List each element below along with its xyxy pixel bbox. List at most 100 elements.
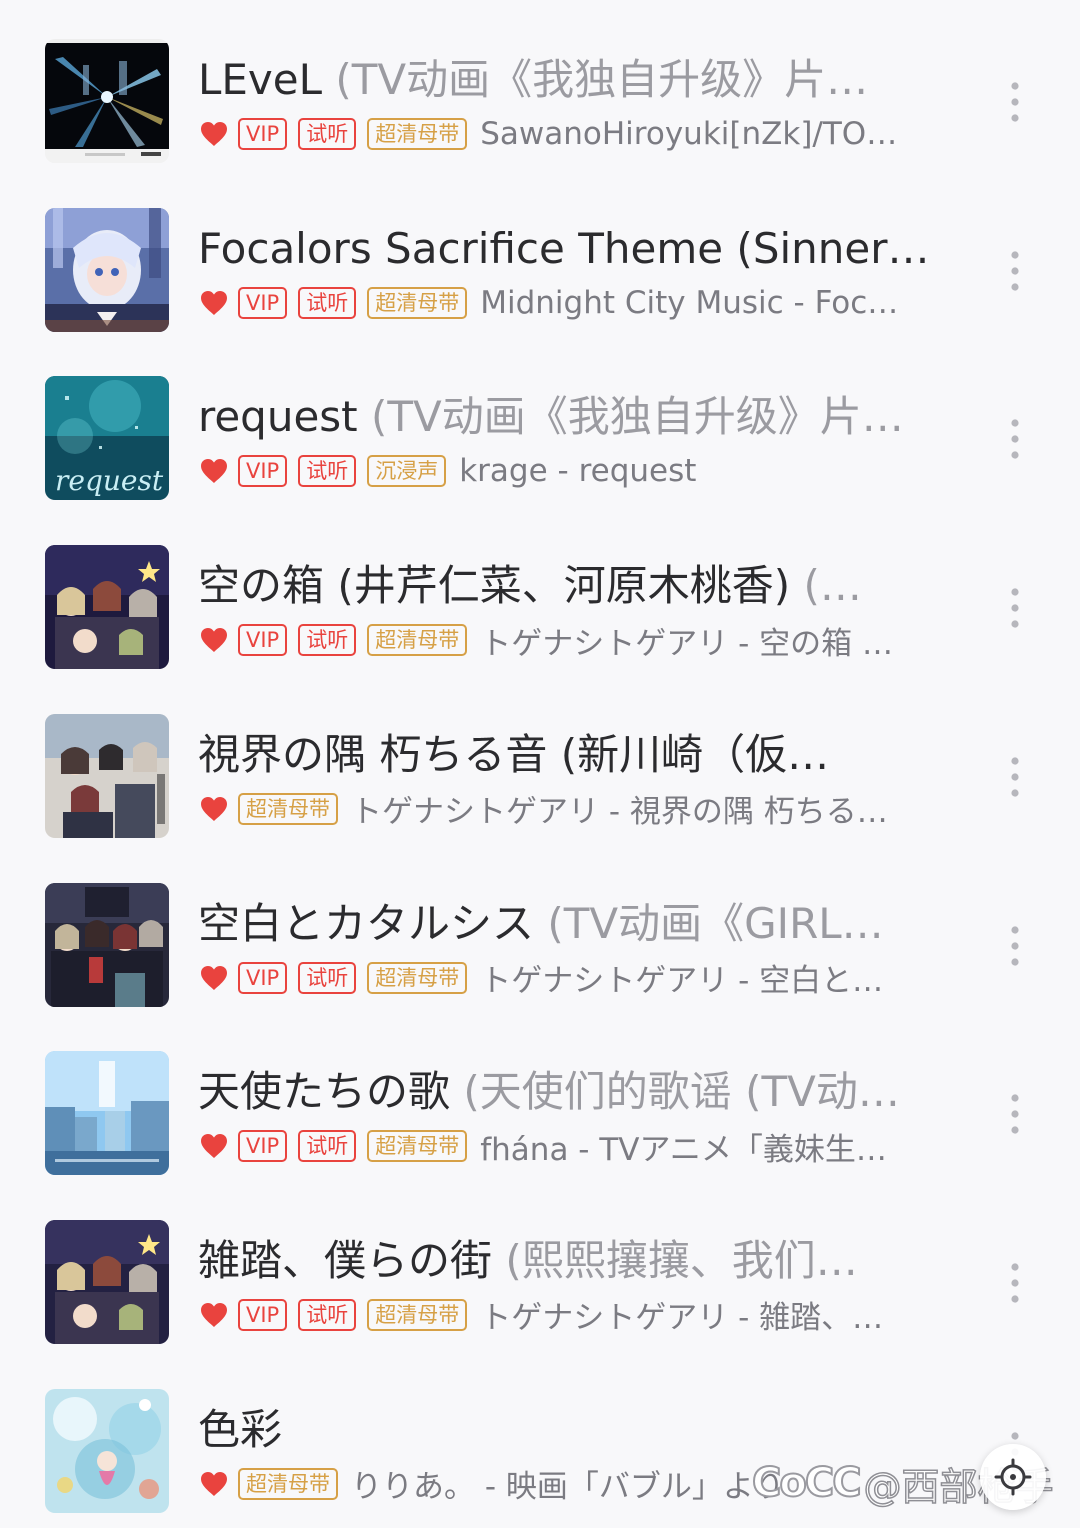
- preview-badge: 试听: [298, 118, 357, 150]
- song-subtitle: (TV动画《GIRL…: [534, 898, 884, 948]
- more-vertical-icon[interactable]: [1004, 1261, 1026, 1305]
- svg-text:request: request: [55, 464, 164, 497]
- quality-badge: 超清母带: [367, 961, 468, 994]
- song-row[interactable]: 空白とカタルシス (TV动画《GIRL… VIP 试听 超清母带 トゲナシトゲアリ …: [0, 846, 1080, 1015]
- cover-level: [45, 39, 169, 163]
- song-subtitle: (TV动画《我独自升级》片…: [357, 392, 904, 442]
- cover-kuuhaku: [45, 882, 169, 1007]
- cover-focalors: [45, 207, 169, 332]
- cover-request: request: [45, 376, 169, 501]
- song-meta: VIP 试听 超清母带 SawanoHiroyuki[nZk]/TO…: [200, 114, 940, 154]
- heart-icon[interactable]: [200, 1471, 228, 1497]
- album-cover[interactable]: [45, 882, 169, 1007]
- album-cover[interactable]: [45, 207, 169, 332]
- vip-badge: VIP: [238, 1298, 288, 1331]
- heart-icon[interactable]: [200, 121, 228, 147]
- heart-icon[interactable]: [200, 965, 228, 991]
- song-subtitle: (TV动画《我独自升级》片…: [322, 55, 869, 104]
- heart-icon[interactable]: [200, 796, 228, 822]
- song-artist: トゲナシトゲアリ - 空の箱 …: [480, 625, 893, 661]
- song-title-line: 雑踏、僕らの街 (熙熙攘攘、我们…: [198, 1233, 938, 1289]
- song-title-line: request (TV动画《我独自升级》片…: [198, 389, 938, 445]
- locate-current-song-button[interactable]: [980, 1444, 1046, 1510]
- song-title: 空白とカタルシス: [198, 898, 535, 948]
- song-title-line: 空の箱 (井芹仁菜、河原木桃香) (…: [198, 558, 938, 614]
- cover-sora: [45, 545, 169, 670]
- song-row[interactable]: 雑踏、僕らの街 (熙熙攘攘、我们… VIP 试听 超清母带 トゲナシトゲアリ - 雑…: [0, 1183, 1080, 1352]
- song-row[interactable]: 視界の隅 朽ちる音 (新川崎（仮… 超清母带 トゲナシトゲアリ - 視界の隅 朽…: [0, 677, 1080, 846]
- cover-shikisai: [45, 1388, 169, 1513]
- cover-tenshi: [45, 1051, 169, 1176]
- quality-badge: 超清母带: [367, 1130, 468, 1163]
- song-row[interactable]: 空の箱 (井芹仁菜、河原木桃香) (… VIP 试听 超清母带 トゲナシトゲアリ -…: [0, 508, 1080, 677]
- song-title-line: Focalors Sacrifice Theme (Sinner…: [198, 221, 938, 277]
- album-cover[interactable]: request: [45, 376, 169, 501]
- song-title: request: [198, 392, 358, 442]
- vip-badge: VIP: [238, 961, 288, 994]
- song-row[interactable]: LEveL (TV动画《我独自升级》片… VIP 试听 超清母带 SawanoHir…: [0, 2, 1080, 171]
- song-row[interactable]: request request (TV动画《我独自升级》片… VIP 试听 沉浸声 …: [0, 339, 1080, 508]
- cover-shikai: [45, 713, 169, 838]
- more-vertical-icon[interactable]: [1004, 586, 1026, 630]
- song-meta: VIP 试听 沉浸声 krage - request: [200, 451, 940, 491]
- quality-badge: 沉浸声: [367, 455, 447, 488]
- song-title-line: 視界の隅 朽ちる音 (新川崎（仮…: [198, 727, 938, 783]
- album-cover[interactable]: [45, 1051, 169, 1176]
- song-meta: VIP 试听 超清母带 トゲナシトゲアリ - 空白と…: [200, 958, 940, 998]
- album-cover[interactable]: [45, 713, 169, 838]
- more-vertical-icon[interactable]: [1004, 924, 1026, 968]
- song-meta: VIP 试听 超清母带 トゲナシトゲアリ - 雑踏、…: [200, 1295, 940, 1335]
- album-cover[interactable]: [45, 545, 169, 670]
- vip-badge: VIP: [238, 455, 288, 488]
- more-vertical-icon[interactable]: [1004, 417, 1026, 461]
- song-title: 視界の隅 朽ちる音 (新川崎（仮…: [198, 729, 830, 779]
- heart-icon[interactable]: [200, 290, 228, 316]
- song-artist: krage - request: [459, 453, 697, 490]
- song-subtitle: (熙熙攘攘、我们…: [492, 1235, 858, 1285]
- song-row[interactable]: Focalors Sacrifice Theme (Sinner… VIP 试听超…: [0, 171, 1080, 340]
- quality-badge: 超清母带: [367, 1298, 468, 1331]
- quality-badge: 超清母带: [238, 1467, 338, 1500]
- album-cover[interactable]: [45, 1388, 169, 1513]
- song-artist: トゲナシトゲアリ - 視界の隅 朽ちる…: [351, 794, 888, 829]
- quality-badge: 超清母带: [367, 624, 468, 657]
- song-title-line: 空白とカタルシス (TV动画《GIRL…: [198, 896, 938, 952]
- preview-badge: 试听: [298, 624, 357, 657]
- song-row[interactable]: 天使たちの歌 (天使们的歌谣 (TV动… VIP 试听 超清母带 fhána - T…: [0, 1014, 1080, 1183]
- song-subtitle: (天使们的歌谣 (TV动…: [450, 1067, 900, 1117]
- quality-badge: 超清母带: [367, 118, 468, 150]
- song-title: 空の箱 (井芹仁菜、河原木桃香): [198, 561, 791, 611]
- preview-badge: 试听: [298, 1130, 357, 1163]
- more-vertical-icon[interactable]: [1004, 249, 1026, 293]
- song-title-line: LEveL (TV动画《我独自升级》片…: [198, 52, 938, 108]
- more-vertical-icon[interactable]: [1004, 80, 1026, 124]
- heart-icon[interactable]: [200, 1302, 228, 1328]
- album-cover[interactable]: [45, 1219, 169, 1344]
- song-title: 色彩: [198, 1404, 283, 1454]
- song-meta: 超清母带 トゲナシトゲアリ - 視界の隅 朽ちる…: [200, 789, 940, 829]
- song-artist: トゲナシトゲアリ - 空白と…: [480, 963, 884, 998]
- more-vertical-icon[interactable]: [1004, 755, 1026, 799]
- vip-badge: VIP: [238, 624, 288, 657]
- quality-badge: 超清母带: [238, 792, 338, 825]
- locate-icon: [994, 1458, 1032, 1496]
- song-artist: トゲナシトゲアリ - 雑踏、…: [480, 1300, 884, 1335]
- heart-icon[interactable]: [200, 458, 228, 484]
- preview-badge: 试听: [298, 286, 357, 319]
- song-subtitle: (…: [790, 561, 862, 611]
- song-title: LEveL: [198, 55, 323, 104]
- song-meta: VIP 试听 超清母带 トゲナシトゲアリ - 空の箱 …: [200, 620, 940, 660]
- more-vertical-icon[interactable]: [1004, 1092, 1026, 1136]
- vip-badge: VIP: [238, 1130, 288, 1163]
- cover-zattou: [45, 1219, 169, 1344]
- album-cover[interactable]: [45, 39, 169, 163]
- vip-badge: VIP: [238, 118, 288, 150]
- song-title: Focalors Sacrifice Theme (Sinner…: [198, 223, 930, 273]
- heart-icon[interactable]: [200, 627, 228, 653]
- song-list: LEveL (TV动画《我独自升级》片… VIP 试听 超清母带 SawanoHir…: [0, 0, 1080, 1528]
- song-title-line: 天使たちの歌 (天使们的歌谣 (TV动…: [198, 1064, 938, 1120]
- song-title: 天使たちの歌: [198, 1067, 451, 1117]
- song-artist: SawanoHiroyuki[nZk]/TO…: [480, 116, 898, 152]
- heart-icon[interactable]: [200, 1133, 228, 1159]
- song-artist: fhána - TVアニメ「義妹生…: [480, 1131, 887, 1167]
